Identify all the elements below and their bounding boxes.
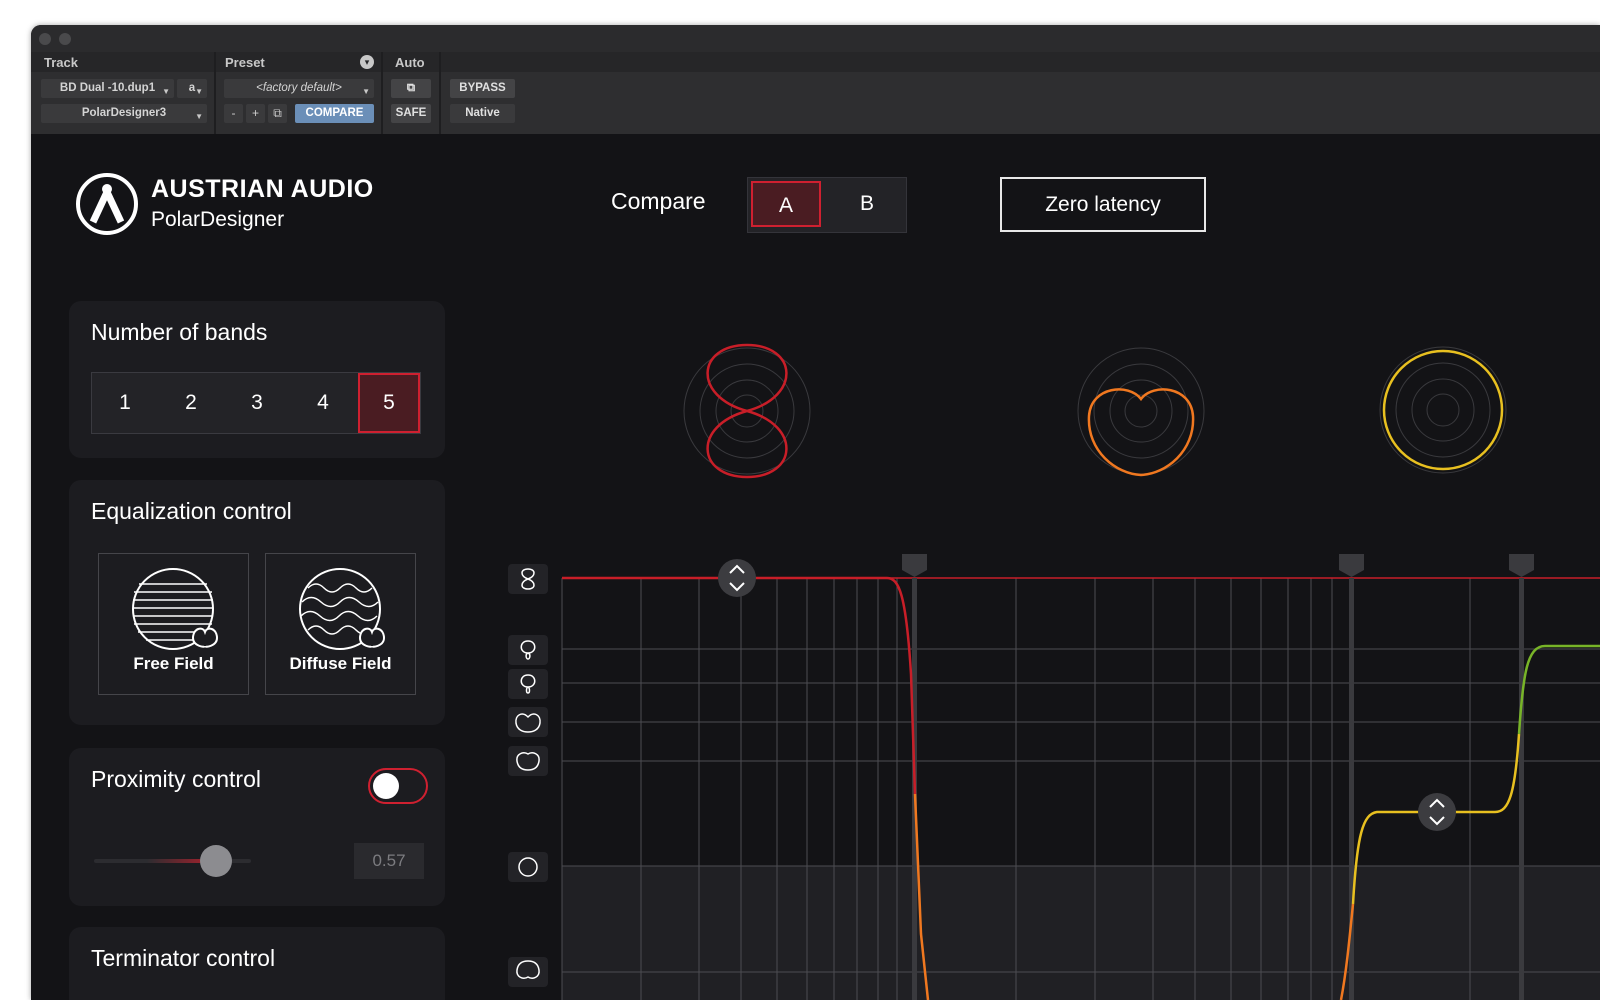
title-bar: [31, 25, 1600, 52]
plugin-select[interactable]: PolarDesigner3 ▼: [41, 104, 207, 123]
polardesigner-ui: AUSTRIAN AUDIO PolarDesigner Compare A B…: [31, 134, 1600, 1000]
preset-menu-icon[interactable]: ▾: [360, 55, 374, 69]
band-response-graph[interactable]: [31, 134, 1600, 1000]
previous-preset-button[interactable]: -: [224, 104, 243, 123]
safe-button[interactable]: SAFE: [391, 104, 431, 123]
preset-label: Preset: [225, 55, 265, 70]
divider: [214, 52, 216, 134]
track-label: Track: [44, 55, 78, 70]
preset-select[interactable]: <factory default> ▼: [224, 79, 374, 98]
band-1-pattern-handle[interactable]: [718, 559, 756, 597]
chevron-down-icon: ▼: [195, 112, 203, 121]
preset-name: <factory default>: [256, 82, 342, 94]
chevron-down-icon: ▼: [362, 87, 370, 96]
copy-settings-button[interactable]: ⧉: [268, 104, 287, 123]
divider: [439, 52, 441, 134]
compare-button[interactable]: COMPARE: [295, 104, 374, 123]
next-preset-button[interactable]: +: [246, 104, 265, 123]
plugin-window: Track Preset ▾ Auto BD Dual -10.dup1 ▼ a…: [31, 25, 1600, 1000]
close-window-button[interactable]: [39, 33, 51, 45]
bypass-button[interactable]: BYPASS: [450, 79, 515, 98]
native-indicator: Native: [450, 104, 515, 123]
host-header-labels: Track Preset ▾ Auto: [31, 52, 1600, 72]
band-3-pattern-handle[interactable]: [1418, 793, 1456, 831]
divider: [381, 52, 383, 134]
auto-label: Auto: [395, 55, 425, 70]
link-icon: ⧉: [406, 82, 416, 94]
plugin-name: PolarDesigner3: [81, 107, 167, 119]
track-name: BD Dual -10.dup1: [59, 82, 156, 94]
chevron-down-icon: ▼: [162, 87, 170, 96]
host-plugin-header: Track Preset ▾ Auto BD Dual -10.dup1 ▼ a…: [31, 52, 1600, 134]
minimize-window-button[interactable]: [59, 33, 71, 45]
channel-select[interactable]: a ▼: [177, 79, 207, 98]
link-button[interactable]: ⧉: [391, 79, 431, 98]
copy-icon: ⧉: [273, 106, 282, 120]
chevron-down-icon: ▼: [195, 87, 203, 96]
track-select[interactable]: BD Dual -10.dup1 ▼: [41, 79, 174, 98]
